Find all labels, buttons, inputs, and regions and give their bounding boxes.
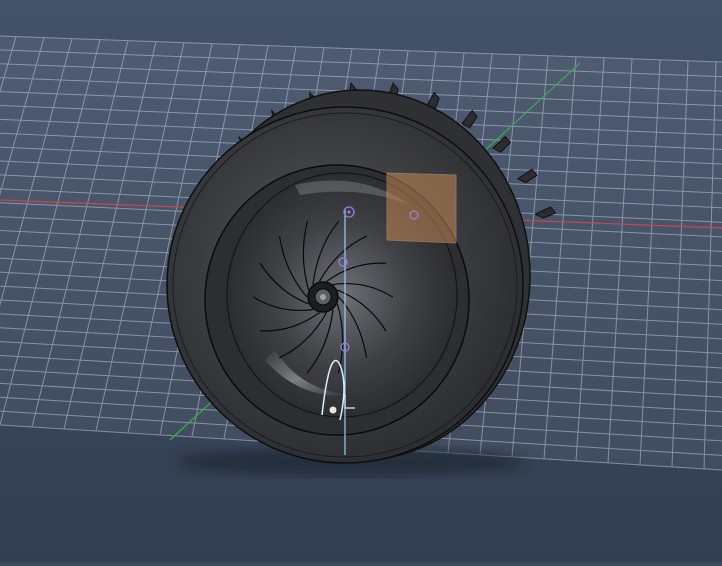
viewport-canvas[interactable] bbox=[0, 0, 722, 562]
hub-center bbox=[320, 294, 326, 300]
gizmo-handle-top-dot bbox=[347, 210, 351, 214]
3d-viewport[interactable] bbox=[0, 0, 722, 562]
selection-face-highlight[interactable] bbox=[386, 172, 457, 244]
gizmo-pivot-point[interactable] bbox=[329, 406, 337, 414]
